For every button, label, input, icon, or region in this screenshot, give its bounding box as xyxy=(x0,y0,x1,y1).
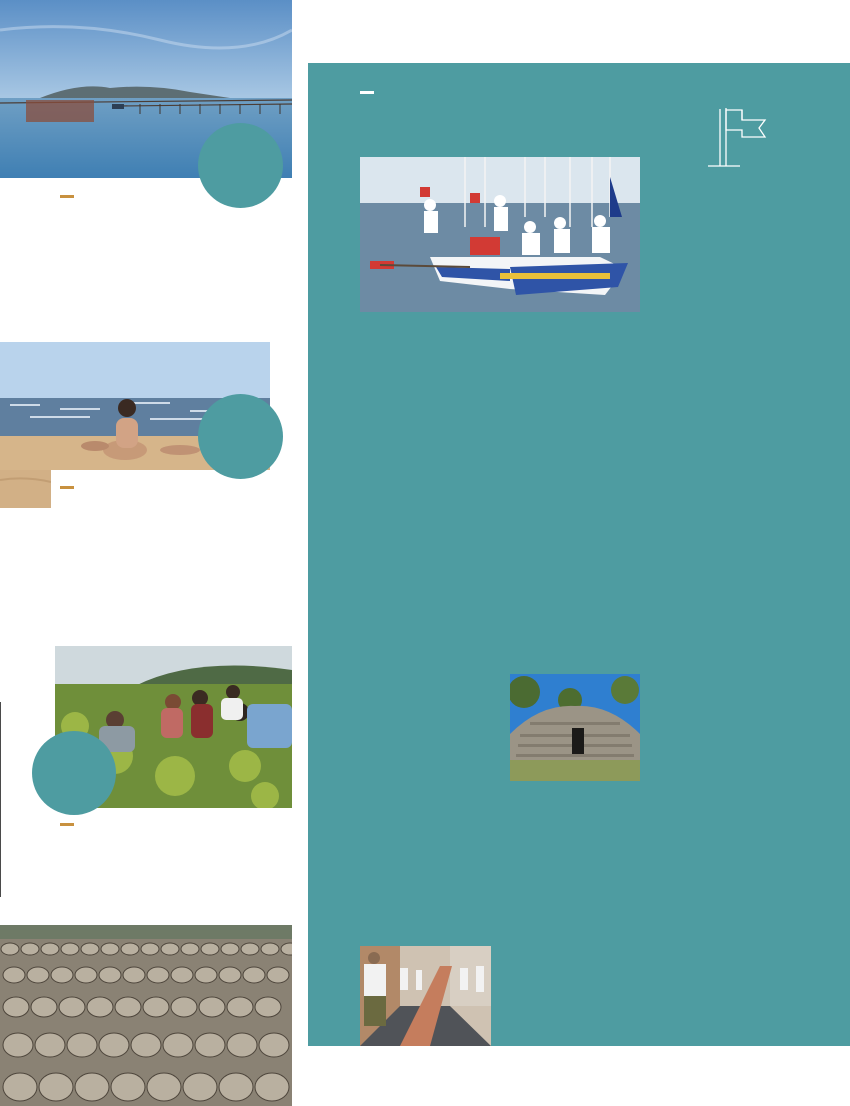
flag-outline-icon xyxy=(706,106,768,168)
street-game-photo xyxy=(360,946,491,1046)
panel-dash xyxy=(360,91,374,94)
caption-dash xyxy=(60,195,74,198)
caption-dash xyxy=(60,823,74,826)
jousting-boat-photo xyxy=(360,157,640,312)
decorative-circle xyxy=(198,123,283,208)
decorative-circle xyxy=(198,394,283,479)
barrels-photo xyxy=(0,925,292,1106)
margin-rule xyxy=(0,702,1,897)
stone-hut-photo xyxy=(510,674,640,781)
caption-dash xyxy=(60,486,74,489)
decorative-circle xyxy=(32,731,116,815)
beach-photo-extension xyxy=(0,470,51,508)
